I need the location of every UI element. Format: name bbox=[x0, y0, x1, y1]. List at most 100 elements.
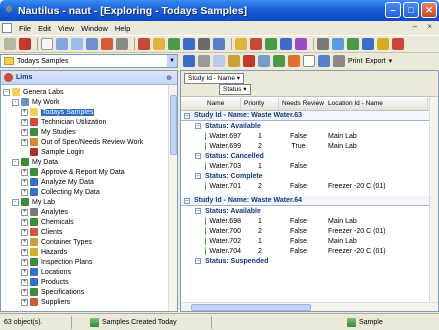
properties-icon[interactable] bbox=[258, 55, 270, 67]
delete-icon[interactable] bbox=[19, 38, 31, 50]
document-icon[interactable] bbox=[2, 23, 12, 33]
table-row[interactable]: Water.699 2 True Main Lab bbox=[181, 141, 438, 151]
filter-icon[interactable] bbox=[86, 38, 98, 50]
lims-tool-16-icon[interactable] bbox=[377, 38, 389, 50]
group-row-study[interactable]: – Study Id - Name: Waste Water.64 bbox=[181, 196, 438, 206]
export-icon[interactable] bbox=[101, 38, 113, 50]
expand-toggle[interactable]: - bbox=[12, 198, 19, 206]
expand-toggle[interactable]: + bbox=[21, 118, 28, 126]
table-row[interactable]: Water.702 1 False Main Lab bbox=[181, 236, 438, 246]
refresh-icon[interactable] bbox=[273, 55, 285, 67]
expand-toggle[interactable]: - bbox=[3, 88, 10, 96]
column-needs-review[interactable]: Needs Review bbox=[279, 97, 324, 110]
search-icon[interactable] bbox=[71, 38, 83, 50]
table-row[interactable]: Water.704 2 False Freezer -20 C (01) bbox=[181, 246, 438, 256]
export-button[interactable]: Export bbox=[365, 58, 385, 65]
lims-tool-17-icon[interactable] bbox=[392, 38, 404, 50]
expand-toggle[interactable]: + bbox=[21, 268, 28, 276]
tree-node[interactable]: + Approve & Report My Data bbox=[1, 167, 169, 177]
lims-tool-3-icon[interactable] bbox=[168, 38, 180, 50]
tree-node[interactable]: + Collecting My Data bbox=[1, 187, 169, 197]
tree-node[interactable]: - My Data bbox=[1, 157, 169, 167]
lims-tool-1-icon[interactable] bbox=[138, 38, 150, 50]
delete-x-icon[interactable] bbox=[243, 55, 255, 67]
group-row-study[interactable]: – Study Id - Name: Waste Water.63 bbox=[181, 111, 438, 121]
lims-tool-10-icon[interactable] bbox=[280, 38, 292, 50]
collapse-toggle[interactable]: – bbox=[184, 197, 190, 204]
print-icon[interactable] bbox=[116, 38, 128, 50]
menu-edit[interactable]: Edit bbox=[38, 24, 51, 33]
expand-toggle[interactable]: + bbox=[21, 248, 28, 256]
explorer-view-icon[interactable] bbox=[183, 55, 195, 67]
copy-icon[interactable] bbox=[213, 55, 225, 67]
tree-node[interactable]: + Out of Spec/Needs Review Work bbox=[1, 137, 169, 147]
group-view-icon[interactable] bbox=[318, 55, 330, 67]
collapse-toggle[interactable]: – bbox=[195, 153, 201, 159]
tree-node[interactable]: + Analyze My Data bbox=[1, 177, 169, 187]
collapse-toggle[interactable]: – bbox=[195, 258, 201, 264]
tree-node[interactable]: - My Lab bbox=[1, 197, 169, 207]
tree-node[interactable]: + Technician Utilization bbox=[1, 117, 169, 127]
tree-node[interactable]: - My Work bbox=[1, 97, 169, 107]
group-row-status[interactable]: – Status: Available bbox=[181, 206, 438, 216]
tree-node[interactable]: + Products bbox=[1, 277, 169, 287]
expand-toggle[interactable]: + bbox=[21, 178, 28, 186]
expand-toggle[interactable]: + bbox=[21, 108, 28, 116]
expand-toggle[interactable]: + bbox=[21, 258, 28, 266]
minus-icon[interactable] bbox=[4, 38, 16, 50]
collapse-toggle[interactable]: – bbox=[195, 208, 201, 214]
group-row-status[interactable]: – Status: Cancelled bbox=[181, 151, 438, 161]
tree-node[interactable]: + Analytes bbox=[1, 207, 169, 217]
collapse-toggle[interactable]: – bbox=[195, 123, 201, 129]
expand-toggle[interactable]: + bbox=[21, 128, 28, 136]
table-row[interactable]: Water.701 2 False Freezer -20 C (01) bbox=[181, 181, 438, 191]
tree-node[interactable]: + Specifications bbox=[1, 287, 169, 297]
column-priority[interactable]: Priority bbox=[241, 97, 279, 110]
table-row[interactable]: Water.703 1 False bbox=[181, 161, 438, 171]
tree-node[interactable]: + Clients bbox=[1, 227, 169, 237]
grid-view-icon[interactable] bbox=[303, 55, 315, 67]
tree-node[interactable]: + My Studies bbox=[1, 127, 169, 137]
menu-window[interactable]: Window bbox=[81, 24, 108, 33]
table-row[interactable]: Water.697 1 False Main Lab bbox=[181, 131, 438, 141]
lims-tool-6-icon[interactable] bbox=[213, 38, 225, 50]
expand-toggle[interactable]: + bbox=[21, 138, 28, 146]
cut-icon[interactable] bbox=[198, 55, 210, 67]
lims-tool-9-icon[interactable] bbox=[265, 38, 277, 50]
tree-scrollbar[interactable] bbox=[168, 85, 177, 311]
lims-tool-8-icon[interactable] bbox=[250, 38, 262, 50]
expand-toggle[interactable]: + bbox=[21, 188, 28, 196]
expand-toggle[interactable]: + bbox=[21, 238, 28, 246]
tree-node[interactable]: - Genera Labs bbox=[1, 87, 169, 97]
scroll-thumb[interactable] bbox=[191, 304, 311, 311]
maximize-button[interactable]: □ bbox=[403, 2, 419, 18]
expand-toggle[interactable]: + bbox=[21, 228, 28, 236]
minimize-button[interactable]: – bbox=[385, 2, 401, 18]
expand-toggle[interactable]: - bbox=[12, 158, 19, 166]
tree-node[interactable]: Sample Login bbox=[1, 147, 169, 157]
lims-tool-2-icon[interactable] bbox=[153, 38, 165, 50]
expand-toggle[interactable]: + bbox=[21, 218, 28, 226]
chevron-down-icon[interactable]: ▼ bbox=[167, 55, 177, 67]
collapse-toggle[interactable]: – bbox=[195, 173, 201, 179]
tree-node[interactable]: + Suppliers bbox=[1, 297, 169, 307]
lims-tool-13-icon[interactable] bbox=[332, 38, 344, 50]
print-icon[interactable] bbox=[333, 55, 345, 67]
lims-tool-15-icon[interactable] bbox=[362, 38, 374, 50]
group-row-status[interactable]: – Status: Complete bbox=[181, 171, 438, 181]
group-row-status[interactable]: – Status: Suspended bbox=[181, 256, 438, 266]
paste-icon[interactable] bbox=[228, 55, 240, 67]
lims-tool-12-icon[interactable] bbox=[317, 38, 329, 50]
lims-tool-5-icon[interactable] bbox=[198, 38, 210, 50]
mdi-window-controls[interactable]: – × bbox=[413, 22, 436, 31]
expand-toggle[interactable]: - bbox=[12, 98, 19, 106]
menu-file[interactable]: File bbox=[19, 24, 31, 33]
scroll-thumb[interactable] bbox=[170, 95, 177, 155]
collapse-icon[interactable]: ⊕ bbox=[166, 74, 172, 82]
highlight-icon[interactable] bbox=[288, 55, 300, 67]
lims-tool-4-icon[interactable] bbox=[183, 38, 195, 50]
table-row[interactable]: Water.698 1 False Main Lab bbox=[181, 216, 438, 226]
tree-node[interactable]: + Locations bbox=[1, 267, 169, 277]
list-vertical-scrollbar[interactable] bbox=[429, 97, 438, 304]
expand-toggle[interactable]: + bbox=[21, 288, 28, 296]
